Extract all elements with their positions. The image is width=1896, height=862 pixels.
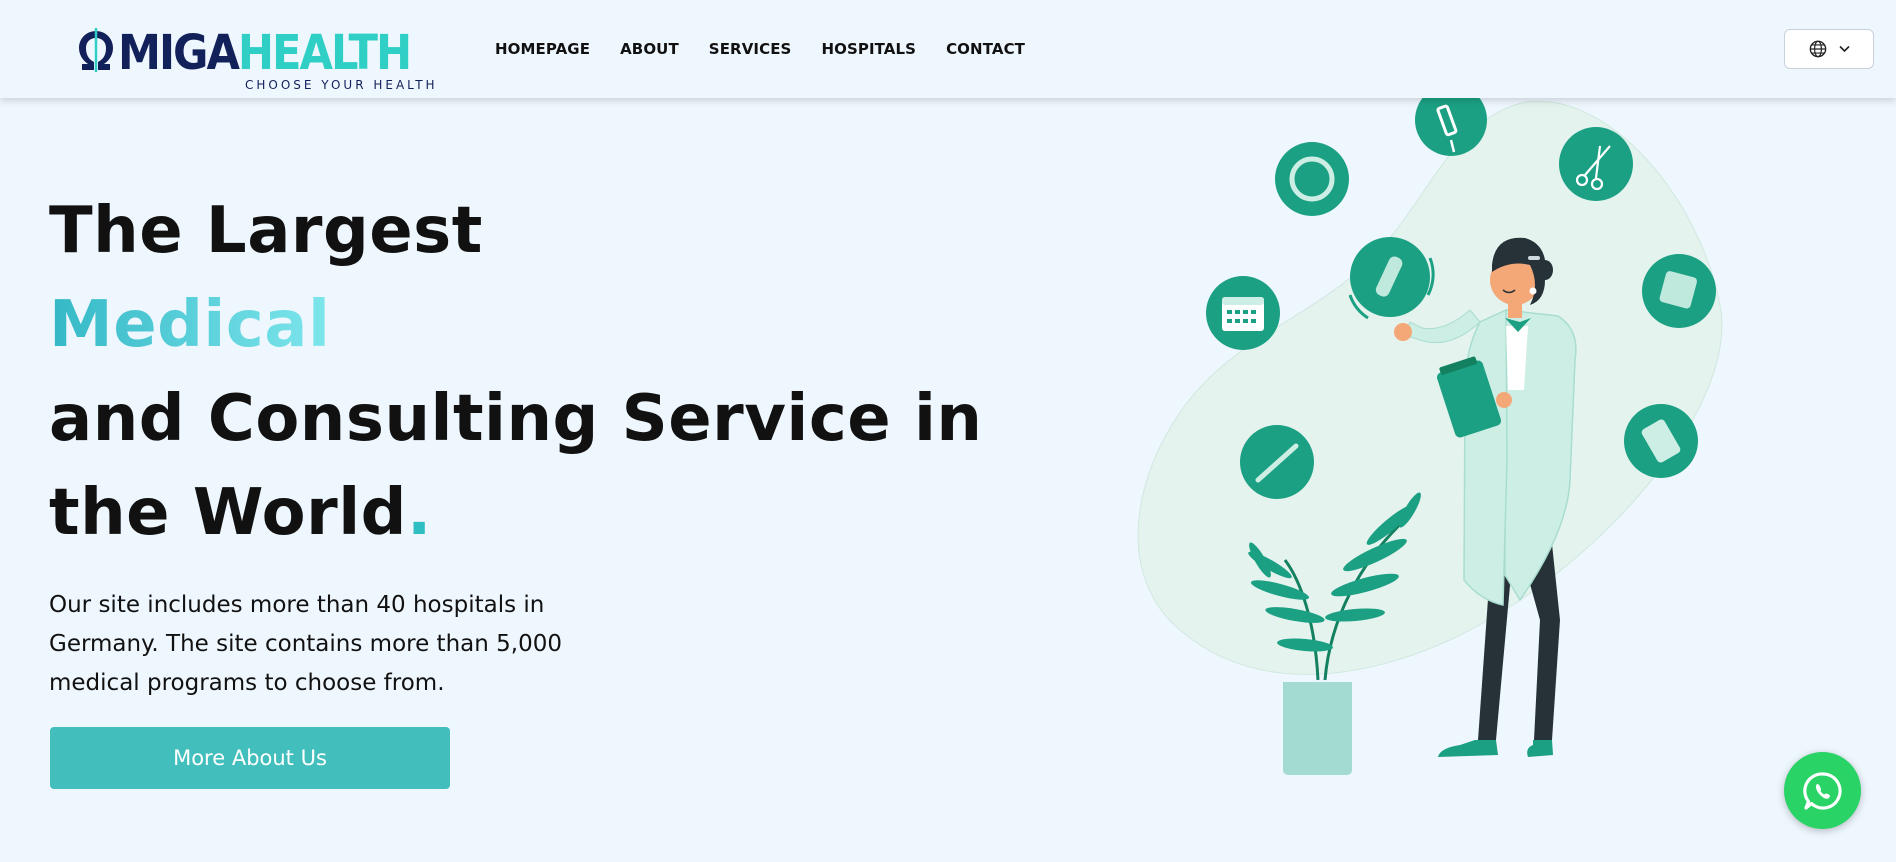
- site-header: MIGAHEALTH CHOOSE YOUR HEALTH HOMEPAGE A…: [0, 0, 1896, 98]
- background-blob: [1137, 100, 1723, 675]
- nav-services[interactable]: SERVICES: [709, 40, 792, 58]
- nav-homepage[interactable]: HOMEPAGE: [495, 40, 590, 58]
- hero-title: The Largest Medical and Consulting Service…: [49, 184, 982, 560]
- ring-icon: [1275, 142, 1349, 216]
- nav-hospitals[interactable]: HOSPITALS: [821, 40, 916, 58]
- calendar-icon: [1206, 276, 1280, 350]
- hero-title-line1: The Largest: [49, 194, 483, 268]
- logo-word-part1: MIGA: [118, 25, 240, 81]
- logo-wordmark: MIGAHEALTH: [118, 24, 412, 82]
- hero-title-line4: the World: [49, 476, 407, 550]
- whatsapp-icon: [1802, 771, 1842, 810]
- pills-icon: [1624, 404, 1698, 478]
- tablet-icon: [1642, 254, 1716, 328]
- hero-title-line3: and Consulting Service in: [49, 382, 983, 456]
- more-about-us-button[interactable]: More About Us: [50, 727, 450, 789]
- language-selector[interactable]: [1784, 29, 1874, 69]
- chevron-down-icon: [1838, 45, 1850, 53]
- hero-title-accent: Medical: [49, 288, 331, 362]
- nav-contact[interactable]: CONTACT: [946, 40, 1025, 58]
- omega-logo-icon: [79, 28, 113, 72]
- doctor-with-clipboard-illustration: [1137, 84, 1723, 775]
- logo-word-part2: HEALTH: [237, 25, 412, 81]
- thermometer-icon: [1240, 425, 1314, 499]
- scissors-icon: [1559, 127, 1633, 201]
- nav-about[interactable]: ABOUT: [620, 40, 679, 58]
- globe-icon: [1809, 40, 1826, 58]
- logo-tagline: CHOOSE YOUR HEALTH: [245, 78, 438, 92]
- hero-description: Our site includes more than 40 hospitals…: [49, 592, 562, 696]
- main-nav: HOMEPAGE ABOUT SERVICES HOSPITALS CONTAC…: [495, 0, 1025, 98]
- hero-title-dot: .: [406, 476, 432, 550]
- site-logo[interactable]: MIGAHEALTH CHOOSE YOUR HEALTH: [76, 24, 435, 94]
- whatsapp-button[interactable]: [1784, 752, 1861, 829]
